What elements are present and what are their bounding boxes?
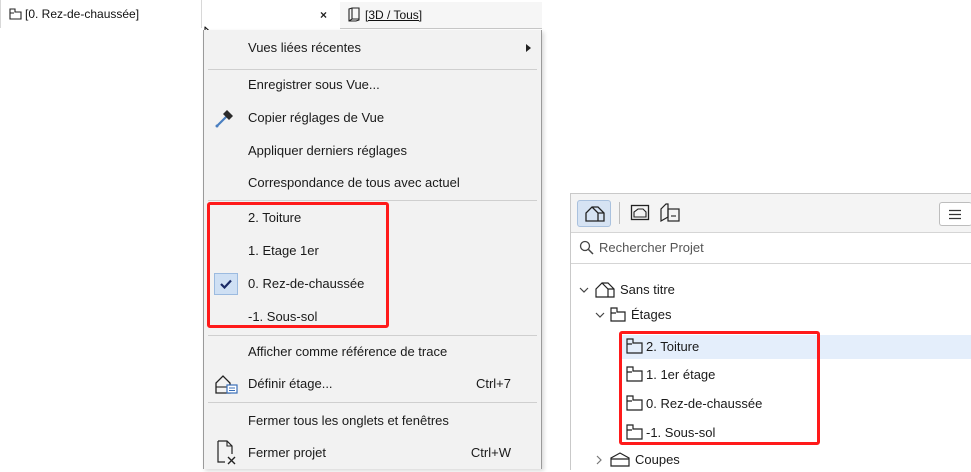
chevron-down-icon[interactable] bbox=[579, 286, 589, 294]
tab-3d-label: [3D / Tous] bbox=[365, 8, 423, 22]
menu-item-close-all-tabs[interactable]: Fermer tous les onglets et fenêtres bbox=[248, 410, 449, 432]
hamburger-icon bbox=[949, 209, 961, 220]
menu-item-show-as-trace[interactable]: Afficher comme référence de trace bbox=[248, 341, 447, 363]
tree-item-root-label: Sans titre bbox=[620, 282, 675, 297]
menu-separator bbox=[208, 402, 537, 403]
floor-plan-icon bbox=[9, 8, 22, 20]
search-input[interactable]: Rechercher Projet bbox=[599, 240, 704, 255]
chevron-down-icon[interactable] bbox=[595, 311, 605, 319]
tab-floor-plan[interactable]: [0. Rez-de-chaussée] bbox=[0, 0, 202, 28]
shortcut-close-project: Ctrl+W bbox=[470, 445, 511, 460]
search-icon bbox=[579, 240, 594, 255]
tab-bar: [0. Rez-de-chaussée] × [3D / Tous] bbox=[0, 0, 542, 29]
menu-item-save-as-view[interactable]: Enregistrer sous Vue... bbox=[248, 74, 380, 96]
navigator-toolbar bbox=[571, 194, 971, 233]
define-story-icon bbox=[215, 375, 238, 394]
close-tab-icon[interactable]: × bbox=[320, 8, 327, 22]
menu-item-apply-last-settings[interactable]: Appliquer derniers réglages bbox=[248, 140, 407, 162]
shortcut-define-story: Ctrl+7 bbox=[475, 376, 511, 391]
menu-item-close-project[interactable]: Fermer projet bbox=[248, 442, 326, 464]
highlight-box-navigator-stories bbox=[619, 331, 820, 445]
tree-item-stories-label: Étages bbox=[631, 307, 672, 322]
tab-floor-plan-label: [0. Rez-de-chaussée] bbox=[25, 7, 140, 21]
menu-separator bbox=[208, 335, 537, 336]
section-icon bbox=[610, 452, 630, 467]
menu-separator bbox=[208, 69, 537, 70]
eyedropper-icon bbox=[215, 110, 233, 128]
chevron-right-icon[interactable] bbox=[595, 455, 603, 465]
menu-item-recent-views[interactable]: Vues liées récentes bbox=[248, 37, 361, 59]
view-map-icon[interactable] bbox=[630, 204, 650, 222]
submenu-arrow-icon bbox=[526, 44, 531, 52]
search-bar[interactable]: Rechercher Projet bbox=[571, 233, 971, 264]
tab-3d[interactable]: [3D / Tous] bbox=[340, 2, 542, 29]
project-map-icon bbox=[585, 206, 605, 222]
navigator-menu-button[interactable] bbox=[939, 202, 971, 226]
tree-item-sections-label: Coupes bbox=[635, 452, 680, 467]
menu-item-define-story[interactable]: Définir étage... bbox=[248, 373, 333, 395]
project-icon bbox=[595, 282, 615, 298]
menu-separator bbox=[208, 200, 537, 201]
layout-book-icon[interactable] bbox=[659, 203, 681, 223]
menu-item-copy-view-settings[interactable]: Copier réglages de Vue bbox=[248, 107, 384, 129]
project-map-button[interactable] bbox=[577, 200, 611, 227]
menu-item-match-all[interactable]: Correspondance de tous avec actuel bbox=[248, 172, 460, 194]
highlight-box-menu-stories bbox=[207, 202, 389, 328]
close-project-icon bbox=[217, 440, 236, 465]
toolbar-divider bbox=[619, 202, 620, 224]
story-icon bbox=[610, 307, 626, 322]
3d-window-icon bbox=[348, 7, 360, 22]
